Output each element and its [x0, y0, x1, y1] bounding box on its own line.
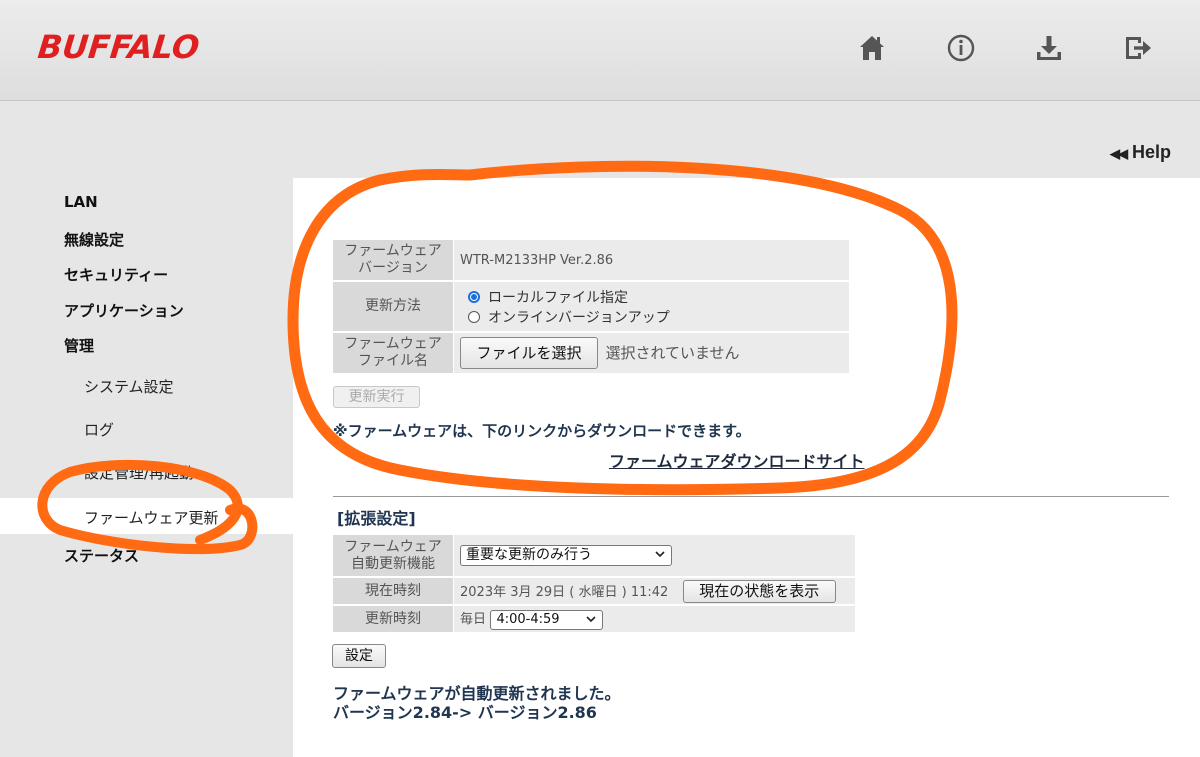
choose-file-button[interactable]: ファイルを選択: [460, 337, 598, 369]
method-label: 更新方法: [333, 281, 454, 333]
current-time-value: 2023年 3月 29日 ( 水曜日 ) 11:42: [460, 584, 669, 600]
sidebar-item-security[interactable]: セキュリティー: [64, 264, 168, 285]
sidebar-item-admin[interactable]: 管理: [64, 335, 94, 356]
help-toggle[interactable]: ◀◀ Help: [1110, 142, 1171, 163]
current-time-cell: 2023年 3月 29日 ( 水曜日 ) 11:42 現在の状態を表示: [453, 577, 855, 606]
radio-local-file[interactable]: ローカルファイル指定: [460, 287, 849, 307]
sidebar-subitem-system[interactable]: システム設定: [84, 376, 174, 397]
update-time-select[interactable]: 4:00-4:59: [490, 610, 604, 630]
sidebar-item-lan[interactable]: LAN: [64, 193, 98, 211]
firmware-table: ファームウェア バージョン WTR-M2133HP Ver.2.86 更新方法 ロ…: [333, 240, 849, 375]
file-status: 選択されていません: [605, 344, 740, 362]
download-notice: ※ファームウェアは、下のリンクからダウンロードできます。: [333, 422, 751, 440]
advanced-table: ファームウェア 自動更新機能 重要な更新のみ行う 現在時刻 2023年 3月 29…: [333, 535, 855, 634]
update-time-label: 更新時刻: [333, 605, 454, 634]
radio-button-checked[interactable]: [468, 290, 480, 303]
method-options: ローカルファイル指定 オンラインバージョンアップ: [453, 281, 849, 333]
home-icon[interactable]: [856, 32, 888, 64]
auto-update-label: ファームウェア 自動更新機能: [333, 535, 454, 578]
radio-button-unchecked[interactable]: [468, 310, 480, 323]
update-time-cell: 毎日 4:00-4:59: [453, 605, 855, 634]
section-divider: [333, 496, 1169, 497]
sidebar-item-status[interactable]: ステータス: [64, 545, 139, 566]
info-icon[interactable]: [945, 32, 977, 64]
show-status-button[interactable]: 現在の状態を表示: [682, 579, 836, 603]
header-bar: BUFFALO: [0, 0, 1200, 101]
sidebar-subitem-firmware[interactable]: ファームウェア更新: [84, 507, 219, 528]
help-label: Help: [1132, 142, 1172, 162]
file-label: ファームウェア ファイル名: [333, 332, 454, 375]
sidebar-item-application[interactable]: アプリケーション: [64, 300, 184, 321]
radio-online-update[interactable]: オンラインバージョンアップ: [460, 307, 849, 327]
sidebar-subitem-log[interactable]: ログ: [84, 419, 114, 440]
advanced-settings-title: [拡張設定]: [337, 509, 416, 528]
update-time-prefix: 毎日: [460, 612, 487, 627]
logout-icon[interactable]: [1122, 32, 1154, 64]
version-value: WTR-M2133HP Ver.2.86: [453, 240, 849, 282]
auto-update-message-2: バージョン2.84-> バージョン2.86: [333, 703, 597, 722]
auto-update-select[interactable]: 重要な更新のみ行う: [460, 545, 672, 566]
buffalo-logo: BUFFALO: [36, 28, 202, 66]
version-label: ファームウェア バージョン: [333, 240, 454, 282]
double-left-arrow-icon: ◀◀: [1110, 146, 1128, 161]
sidebar-item-wireless[interactable]: 無線設定: [64, 229, 124, 250]
save-settings-button[interactable]: 設定: [332, 644, 386, 668]
current-time-label: 現在時刻: [333, 577, 454, 606]
sidebar-subitem-config-restart[interactable]: 設定管理/再起動: [84, 462, 194, 483]
chevron-down-icon: [655, 551, 665, 558]
download-icon[interactable]: [1033, 32, 1065, 64]
firmware-download-link[interactable]: ファームウェアダウンロードサイト: [609, 448, 865, 472]
update-execute-button[interactable]: 更新実行: [333, 386, 420, 408]
chevron-down-icon: [586, 616, 597, 623]
auto-update-cell: 重要な更新のみ行う: [453, 535, 855, 578]
file-picker: ファイルを選択 選択されていません: [453, 332, 849, 375]
